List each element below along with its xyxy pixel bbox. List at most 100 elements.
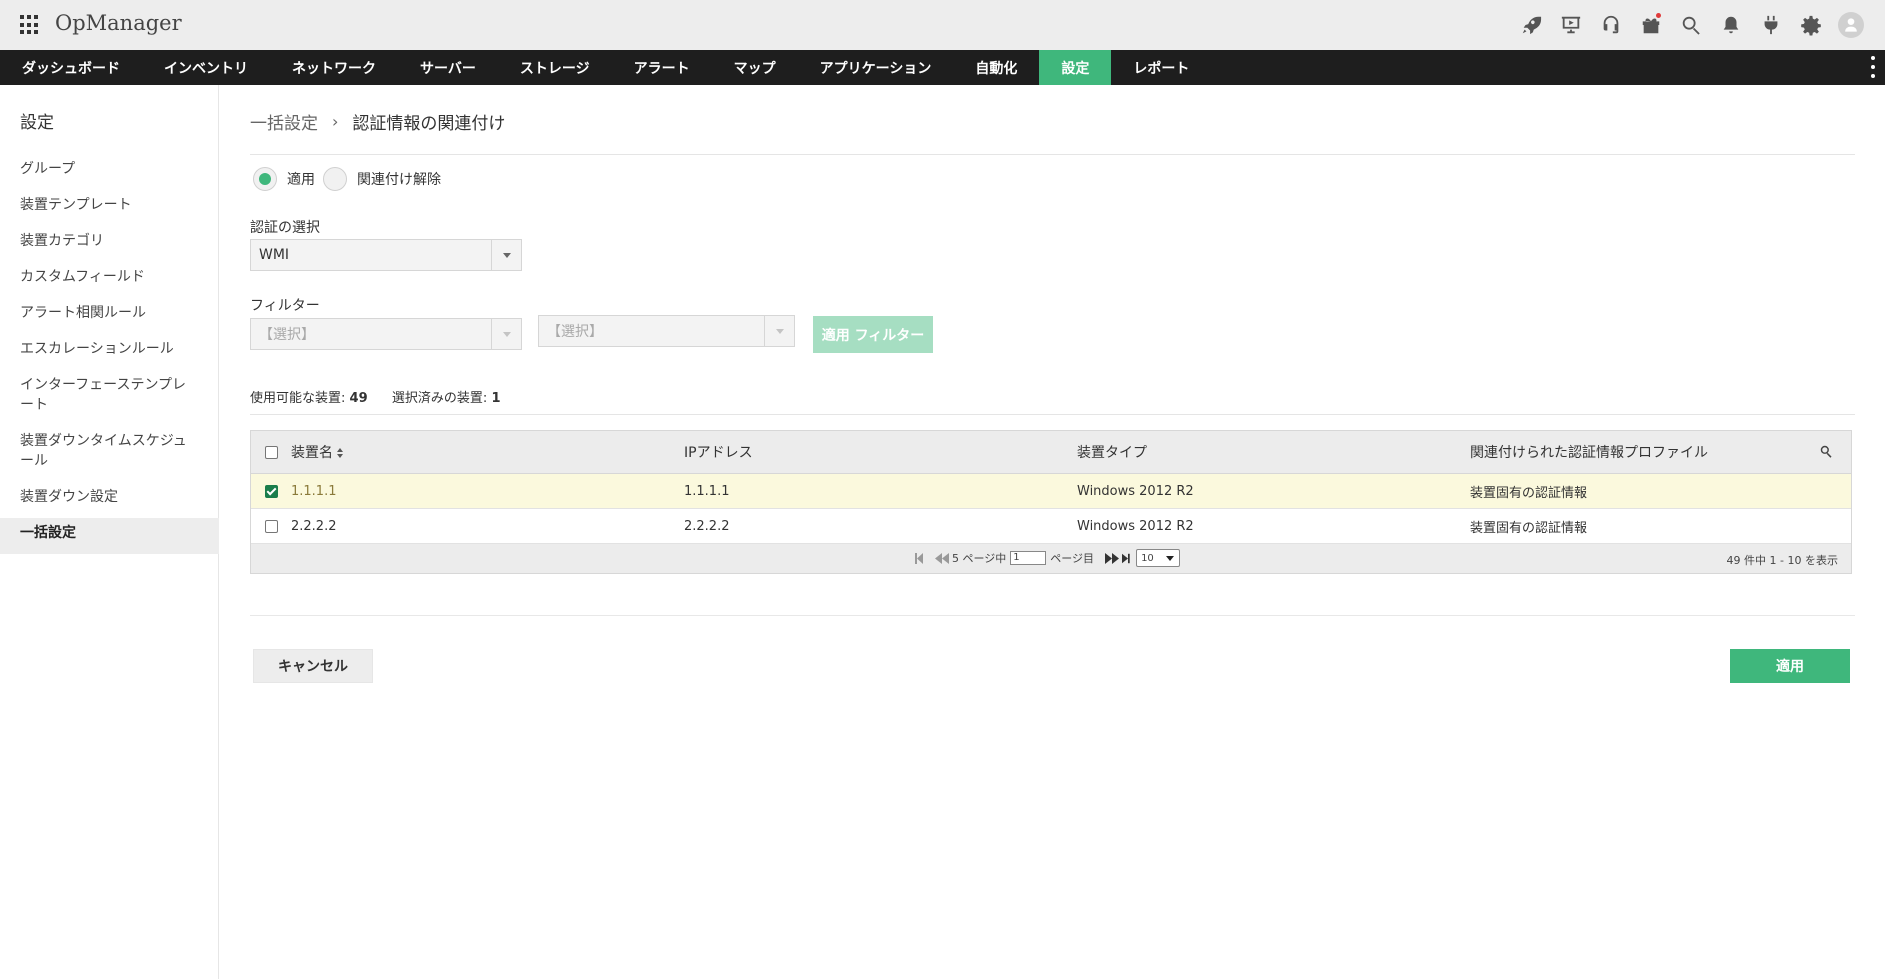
column-header-device-name[interactable]: 装置名 [291,442,684,462]
main-nav: ダッシュボード インベントリ ネットワーク サーバー ストレージ アラート マッ… [0,50,1885,85]
table-header: 装置名 IPアドレス 装置タイプ 関連付けられた認証情報プロファイル [251,431,1851,474]
nav-item-automation[interactable]: 自動化 [953,50,1039,85]
filter-secondary-select[interactable]: 【選択】 [538,315,795,347]
filter-primary-select[interactable]: 【選択】 [250,318,522,350]
nav-item-storage[interactable]: ストレージ [498,50,612,85]
nav-item-reports[interactable]: レポート [1111,50,1211,85]
device-table: 装置名 IPアドレス 装置タイプ 関連付けられた認証情報プロファイル 1.1.1… [250,430,1852,574]
sidebar-item-custom-fields[interactable]: カスタムフィールド [0,262,219,298]
radio-disassociate[interactable] [323,167,347,191]
gift-icon[interactable] [1631,10,1671,40]
sidebar-item-bulk-configuration[interactable]: 一括設定 [0,518,219,554]
nav-item-inventory[interactable]: インベントリ [142,50,270,85]
selected-devices-count: 1 [491,391,501,406]
pagination-controls: 5 ページ中 1 ページ目 10 [912,549,1181,567]
sidebar-item-device-down-settings[interactable]: 装置ダウン設定 [0,482,219,518]
device-name-cell: 2.2.2.2 [291,518,337,534]
headset-icon[interactable] [1591,10,1631,40]
apply-button[interactable]: 適用 [1730,649,1850,683]
credential-select-value: WMI [259,247,290,263]
sidebar-item-downtime-schedules[interactable]: 装置ダウンタイムスケジュール [0,426,219,482]
divider [250,154,1855,155]
first-page-icon[interactable] [912,551,932,565]
breadcrumb-separator: › [332,112,339,131]
more-options-icon[interactable] [1869,56,1877,78]
page-size-select[interactable]: 10 [1136,549,1181,567]
radio-apply-label[interactable]: 適用 [287,169,315,189]
app-logo[interactable]: OpManager [55,11,182,35]
table-row[interactable]: 2.2.2.2 2.2.2.2 Windows 2012 R2 装置固有の認証情… [251,509,1851,544]
selected-devices-label: 選択済みの装置: [391,391,488,406]
breadcrumb: 一括設定 › 認証情報の関連付け [250,109,505,134]
sidebar-item-device-templates[interactable]: 装置テンプレート [0,190,219,226]
cancel-button[interactable]: キャンセル [253,649,373,683]
divider [250,414,1855,415]
mode-radio-group: 適用 関連付け解除 [253,167,449,191]
notification-dot [1656,13,1661,18]
nav-item-dashboard[interactable]: ダッシュボード [0,50,142,85]
sidebar-item-groups[interactable]: グループ [0,154,219,190]
presentation-icon[interactable] [1551,10,1591,40]
device-name-cell: 1.1.1.1 [291,483,337,499]
page-count-suffix: ページ目 [1050,552,1095,565]
search-icon[interactable] [1671,10,1711,40]
device-type-cell: Windows 2012 R2 [1077,483,1194,499]
credential-profile-cell: 装置固有の認証情報 [1470,520,1588,536]
device-counts: 使用可能な装置: 49 選択済みの装置: 1 [250,387,500,406]
nav-item-applications[interactable]: アプリケーション [798,50,954,85]
sort-icon[interactable] [337,448,344,458]
column-header-device-type: 装置タイプ [1077,445,1147,461]
credential-select[interactable]: WMI [250,239,522,271]
pagination-info: 49 件中 1 - 10 を表示 [1726,554,1838,567]
ip-address-cell: 2.2.2.2 [684,518,730,534]
table-row[interactable]: 1.1.1.1 1.1.1.1 Windows 2012 R2 装置固有の認証情… [251,474,1851,509]
app-grid-icon[interactable] [20,15,40,35]
nav-item-server[interactable]: サーバー [398,50,498,85]
chevron-down-icon[interactable] [491,240,521,270]
column-header-ip-address: IPアドレス [684,445,753,461]
nav-item-network[interactable]: ネットワーク [270,50,398,85]
filter-label: フィルター [250,298,320,314]
bell-icon[interactable] [1711,10,1751,40]
apply-filter-button[interactable]: 適用 フィルター [813,316,933,353]
sidebar-item-alert-correlation[interactable]: アラート相関ルール [0,298,219,334]
sidebar-item-interface-templates[interactable]: インターフェーステンプレート [0,370,219,426]
row-checkbox[interactable] [264,484,278,498]
radio-apply[interactable] [253,167,277,191]
breadcrumb-bulk-configuration[interactable]: 一括設定 [250,109,318,134]
last-page-icon[interactable] [1122,551,1134,565]
credential-profile-cell: 装置固有の認証情報 [1470,485,1588,501]
ip-address-cell: 1.1.1.1 [684,483,730,499]
top-icon-bar [1511,10,1871,40]
sidebar-item-escalation-rules[interactable]: エスカレーションルール [0,334,219,370]
nav-item-maps[interactable]: マップ [712,50,798,85]
rocket-icon[interactable] [1511,10,1551,40]
nav-item-settings[interactable]: 設定 [1039,50,1112,85]
filter-secondary-value: 【選択】 [547,324,603,340]
sidebar-title: 設定 [20,113,54,133]
sidebar-list: グループ 装置テンプレート 装置カテゴリ カスタムフィールド アラート相関ルール… [0,154,219,554]
row-checkbox[interactable] [264,519,278,533]
radio-disassociate-label[interactable]: 関連付け解除 [357,169,441,189]
credential-select-label: 認証の選択 [250,220,320,236]
gear-icon[interactable] [1791,10,1831,40]
chevron-down-icon[interactable] [764,316,794,346]
nav-item-alerts[interactable]: アラート [612,50,712,85]
page-title: 認証情報の関連付け [352,114,506,134]
user-avatar-icon[interactable] [1831,10,1871,40]
select-all-checkbox[interactable] [264,445,278,459]
previous-page-icon[interactable] [932,551,952,565]
sidebar-item-device-categories[interactable]: 装置カテゴリ [0,226,219,262]
pagination-bar: 5 ページ中 1 ページ目 10 49 件中 1 - 10 を表示 [251,544,1851,573]
plug-icon[interactable] [1751,10,1791,40]
page-count-prefix: 5 ページ中 [952,552,1007,565]
top-bar: OpManager [0,0,1885,50]
filter-primary-value: 【選択】 [259,327,315,343]
search-icon[interactable] [1819,444,1833,458]
available-devices-count: 49 [349,391,368,406]
chevron-down-icon[interactable] [491,319,521,349]
current-page-input[interactable]: 1 [1010,551,1047,565]
device-type-cell: Windows 2012 R2 [1077,518,1194,534]
column-header-credential-profile: 関連付けられた認証情報プロファイル [1470,445,1708,461]
next-page-icon[interactable] [1102,551,1122,565]
